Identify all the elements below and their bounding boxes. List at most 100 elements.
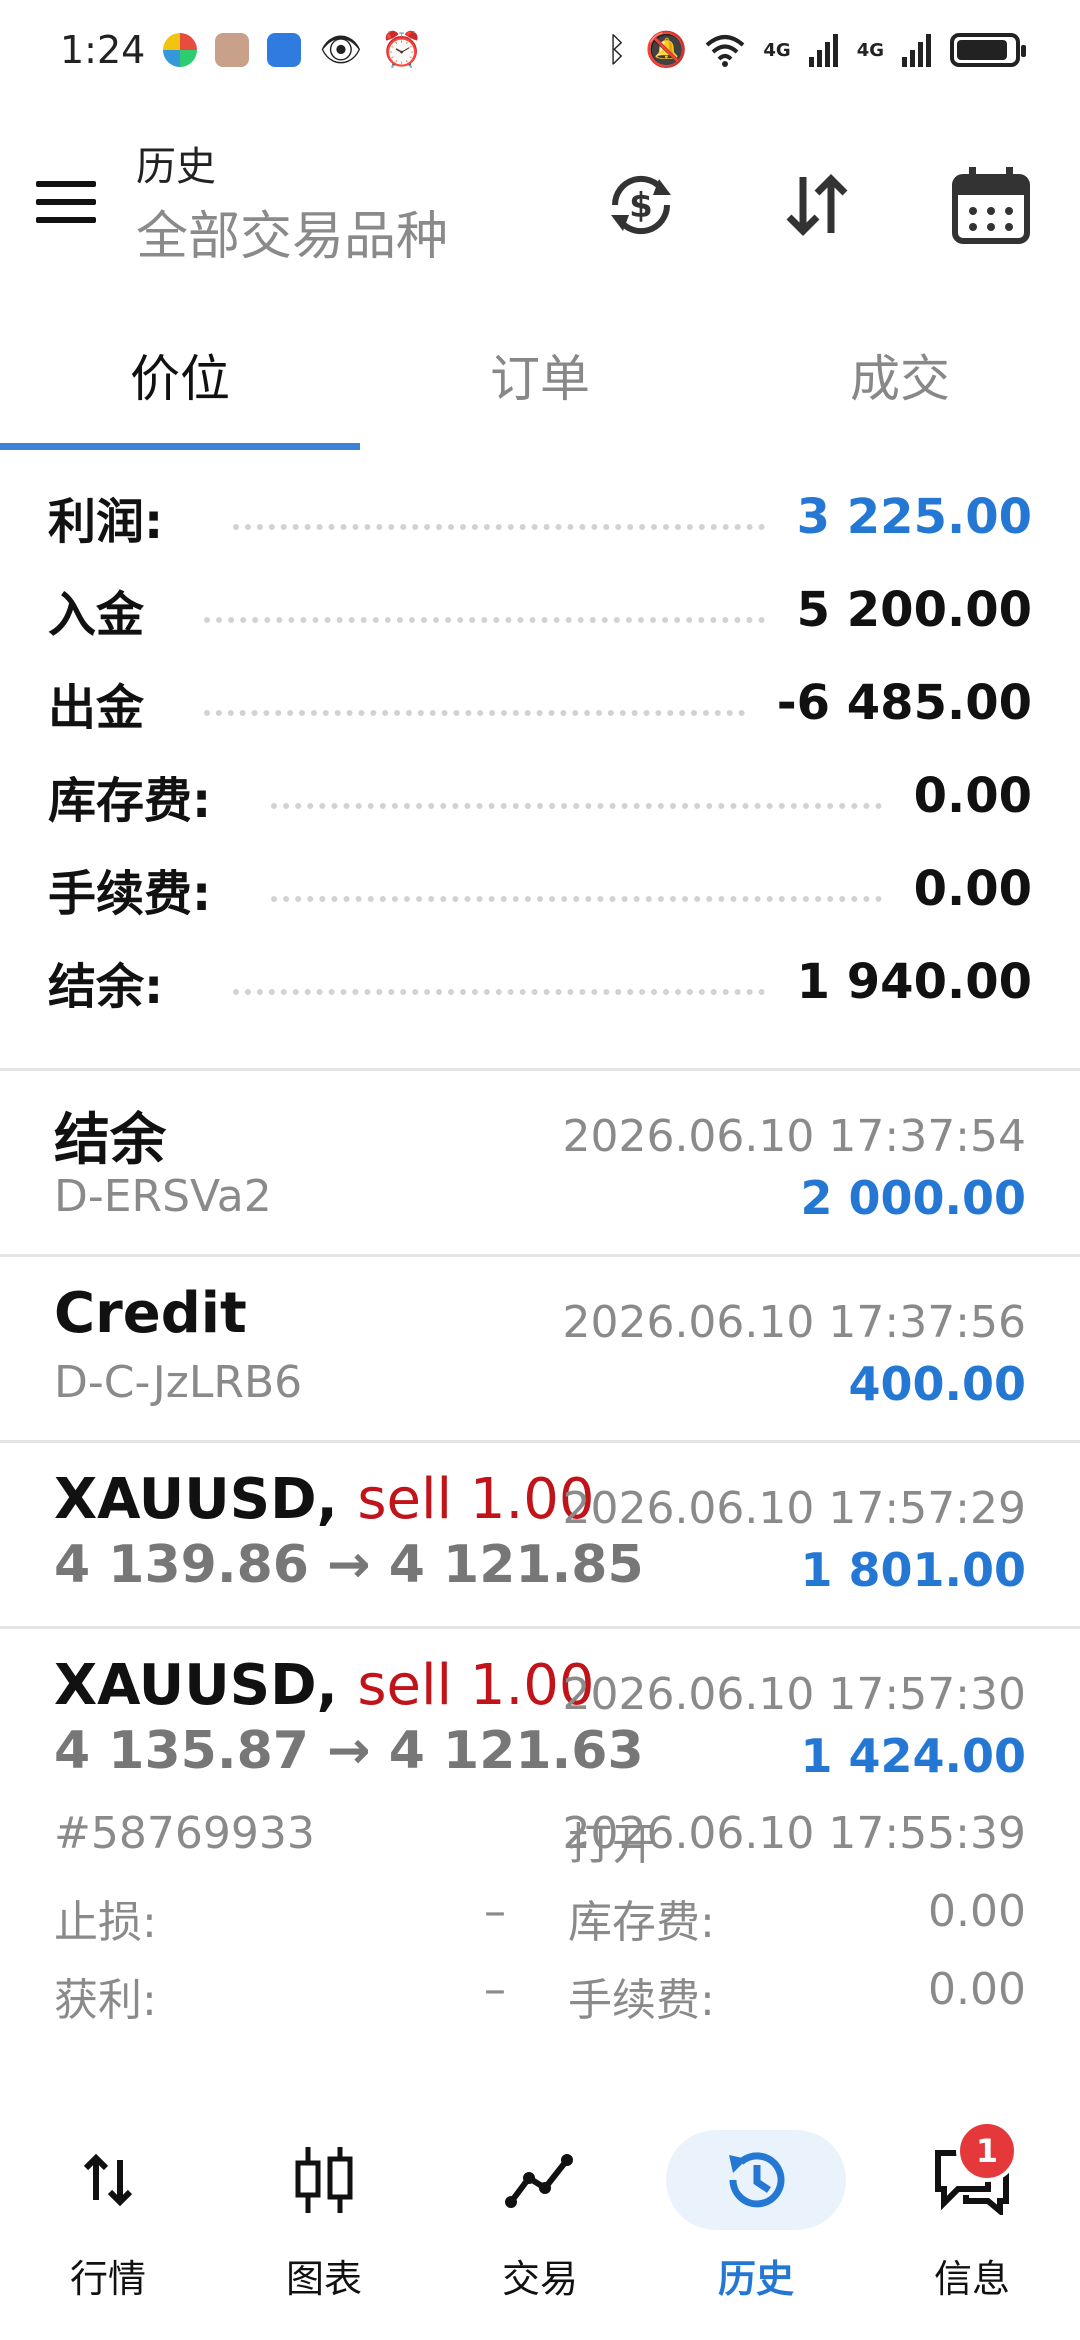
- summary-value: 0.00: [913, 767, 1032, 824]
- detail-row-ticket: #58769933 打开 2026.06.10 17:55:39: [0, 1808, 1080, 1886]
- tp-label: 获利:: [54, 1975, 157, 2026]
- status-left: 1:24 👁 ⏰: [60, 28, 423, 72]
- deal-item-balance[interactable]: 结余 D-ERSVa2 2026.06.10 17:37:54 2 000.00: [0, 1071, 1080, 1251]
- app-notification-icon: [163, 33, 198, 67]
- battery-icon: [950, 33, 1026, 67]
- deal-amount: 1 424.00: [800, 1729, 1026, 1783]
- swap-value: 0.00: [928, 1886, 1026, 1937]
- menu-button[interactable]: [36, 170, 100, 234]
- deal-time: 2026.06.10 17:37:54: [562, 1111, 1026, 1162]
- deal-prices: 4 135.87 → 4 121.63: [54, 1721, 644, 1781]
- nav-label: 交易: [501, 2257, 578, 2301]
- deal-comment: D-ERSVa2: [54, 1171, 272, 1222]
- deal-amount: 400.00: [848, 1357, 1026, 1411]
- deal-amount: 1 801.00: [800, 1543, 1026, 1597]
- mute-icon: 🔕: [645, 30, 688, 70]
- page-title: 历史: [136, 144, 216, 190]
- summary-row-balance: 结余: 1 940.00: [0, 935, 1080, 1028]
- signal-4g-1: 4G: [763, 39, 791, 61]
- menu-icon: [36, 181, 96, 187]
- candlestick-chart-icon: [295, 2147, 353, 2213]
- signal-bars-icon-2: [902, 34, 931, 67]
- currency-exchange-button[interactable]: $: [596, 160, 686, 250]
- deal-side: sell 1.00: [357, 1653, 595, 1718]
- deal-details: #58769933 打开 2026.06.10 17:55:39 止损: – 库…: [0, 1808, 1080, 2042]
- dotted-leader: [233, 523, 765, 530]
- tab-deals[interactable]: 成交: [720, 300, 1080, 450]
- deal-title: 结余: [54, 1108, 166, 1173]
- signal-4g-2: 4G: [856, 39, 884, 61]
- commission-label: 手续费:: [568, 1975, 715, 2026]
- dotted-leader: [271, 802, 882, 809]
- nav-label: 图表: [285, 2257, 362, 2301]
- deal-time: 2026.06.10 17:57:29: [562, 1483, 1026, 1534]
- summary-label: 手续费:: [48, 865, 212, 922]
- app-avatar-notification-icon: [215, 33, 250, 67]
- summary-value: -6 485.00: [776, 674, 1032, 731]
- summary-row-profit: 利润: 3 225.00: [0, 470, 1080, 563]
- deal-symbol: XAUUSD,: [54, 1467, 338, 1532]
- nav-trade[interactable]: 交易: [432, 2090, 648, 2340]
- sort-button[interactable]: [772, 160, 862, 250]
- summary-row-deposit: 入金 5 200.00: [0, 563, 1080, 656]
- commission-value: 0.00: [928, 1964, 1026, 2015]
- bluetooth-icon: ᛒ: [606, 30, 628, 70]
- tab-orders[interactable]: 订单: [360, 300, 720, 450]
- nav-label: 信息: [933, 2257, 1010, 2301]
- tab-positions[interactable]: 价位: [0, 300, 360, 450]
- alarm-icon: ⏰: [380, 30, 423, 70]
- history-clock-icon: [729, 2152, 785, 2208]
- sl-label: 止损:: [54, 1897, 157, 1948]
- summary-row-swap: 库存费: 0.00: [0, 749, 1080, 842]
- nav-quotes[interactable]: 行情: [0, 2090, 216, 2340]
- dotted-leader: [233, 988, 765, 995]
- deal-ticket: #58769933: [54, 1808, 315, 1859]
- sort-icon: [786, 174, 848, 236]
- trade-line-icon: [505, 2154, 573, 2208]
- symbol-filter[interactable]: 全部交易品种: [136, 194, 448, 269]
- summary-value: 5 200.00: [796, 581, 1032, 638]
- quotes-arrows-icon: [83, 2153, 133, 2207]
- calendar-button[interactable]: [946, 160, 1036, 250]
- summary-label: 结余:: [48, 958, 164, 1015]
- deal-symbol-line: XAUUSD, sell 1.00: [54, 1467, 595, 1532]
- signal-bars-icon: [808, 34, 838, 67]
- app-notification-icon-blue: [267, 33, 302, 67]
- deal-comment: D-C-JzLRB6: [54, 1357, 303, 1408]
- deal-item-trade[interactable]: XAUUSD, sell 1.00 4 139.86 → 4 121.85 20…: [0, 1443, 1080, 1623]
- summary-row-commission: 手续费: 0.00: [0, 842, 1080, 935]
- sl-value: –: [484, 1886, 506, 1937]
- summary-label: 利润:: [48, 493, 164, 550]
- deal-time: 2026.06.10 17:37:56: [562, 1297, 1026, 1348]
- nav-chart[interactable]: 图表: [216, 2090, 432, 2340]
- nav-messages[interactable]: 1 信息: [864, 2090, 1080, 2340]
- status-bar: 1:24 👁 ⏰ ᛒ 🔕 4G 4G: [0, 0, 1080, 100]
- deal-item-trade-expanded[interactable]: XAUUSD, sell 1.00 4 135.87 → 4 121.63 20…: [0, 1629, 1080, 1809]
- deal-side: sell 1.00: [357, 1467, 595, 1532]
- calendar-icon: [952, 167, 1030, 244]
- deal-item-credit[interactable]: Credit D-C-JzLRB6 2026.06.10 17:37:56 40…: [0, 1257, 1080, 1437]
- deal-time: 2026.06.10 17:57:30: [562, 1669, 1026, 1720]
- nav-label: 历史: [717, 2257, 794, 2301]
- tab-bar: 价位 订单 成交: [0, 300, 1080, 450]
- unread-badge: 1: [956, 2120, 1018, 2182]
- dotted-leader: [204, 616, 765, 623]
- deal-prices: 4 139.86 → 4 121.85: [54, 1535, 644, 1595]
- summary-label: 库存费:: [48, 772, 212, 829]
- status-time: 1:24: [60, 28, 146, 72]
- app-bar: 历史 全部交易品种 $: [0, 110, 1080, 300]
- dotted-leader: [271, 895, 882, 902]
- nav-history[interactable]: 历史: [648, 2090, 864, 2340]
- tp-value: –: [484, 1964, 506, 2015]
- deal-symbol-line: XAUUSD, sell 1.00: [54, 1653, 595, 1718]
- nav-label: 行情: [69, 2257, 146, 2301]
- eye-icon: 👁: [319, 30, 363, 70]
- detail-row-sl: 止损: – 库存费: 0.00: [0, 1886, 1080, 1964]
- summary-value: 3 225.00: [796, 488, 1032, 545]
- summary-row-withdrawal: 出金 -6 485.00: [0, 656, 1080, 749]
- wifi-icon: [706, 35, 745, 67]
- summary-label: 入金: [48, 586, 145, 643]
- open-time: 2026.06.10 17:55:39: [562, 1808, 1026, 1859]
- deal-title: Credit: [54, 1281, 247, 1346]
- deal-amount: 2 000.00: [800, 1171, 1026, 1225]
